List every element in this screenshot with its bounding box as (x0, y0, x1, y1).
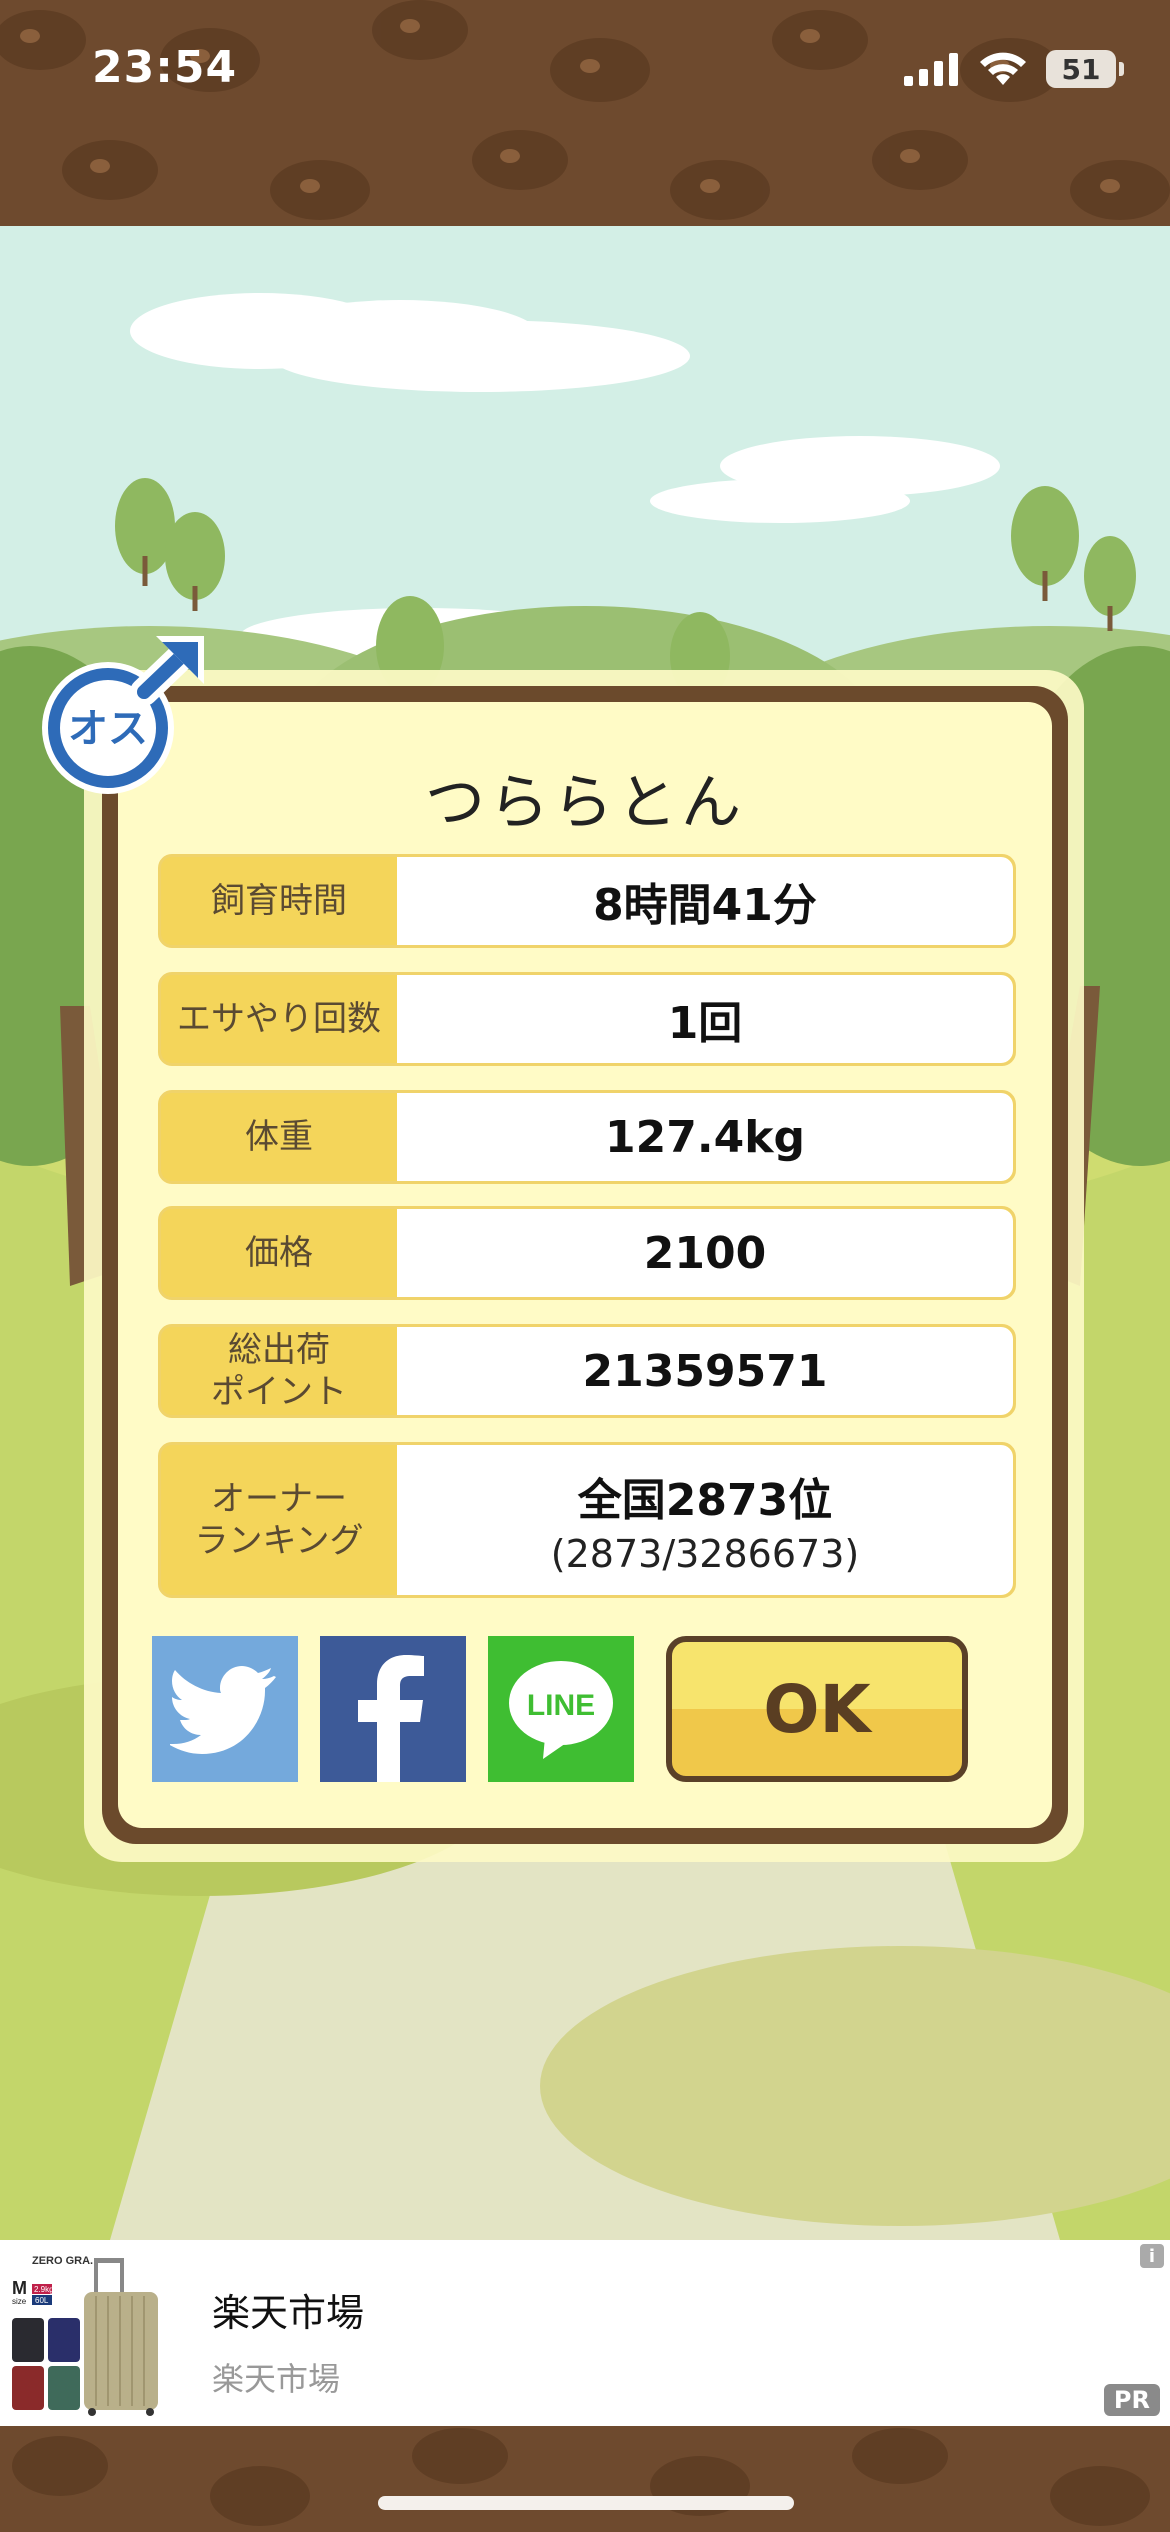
svg-text:ZERO GRA.: ZERO GRA. (32, 2255, 93, 2267)
wifi-icon (980, 52, 1026, 85)
stat-value: 127.4kg (397, 1093, 1013, 1181)
line-share-button[interactable]: LINE (488, 1636, 634, 1782)
stat-value: 21359571 (397, 1327, 1013, 1415)
stat-label: オーナー ランキング (194, 1478, 364, 1562)
ad-subtitle: 楽天市場 (212, 2360, 341, 2398)
twitter-bird-icon (170, 1666, 276, 1754)
stat-label: 価格 (245, 1232, 313, 1273)
home-indicator[interactable] (378, 2496, 794, 2510)
stat-value: 全国2873位 (2873/3286673) (397, 1445, 1013, 1595)
svg-text:size: size (12, 2297, 27, 2306)
status-time: 23:54 (92, 42, 238, 93)
bottom-pattern-bar (0, 2426, 1170, 2532)
ranking-value: 全国2873位 (577, 1475, 833, 1526)
stat-row-price: 価格 2100 (158, 1206, 1016, 1300)
status-bar: 23:54 51 (0, 0, 1170, 226)
stat-value: 1回 (397, 975, 1013, 1063)
ad-banner[interactable]: ZERO GRA. M size 2.9kg 60L 楽天市場 楽天市場 i P… (0, 2240, 1170, 2426)
battery-icon: 51 (1046, 50, 1124, 88)
cellular-signal-icon (904, 53, 958, 86)
ok-button[interactable]: OK (666, 1636, 968, 1782)
stat-label: 体重 (245, 1116, 313, 1157)
svg-text:60L: 60L (35, 2296, 49, 2305)
status-icons: 51 (904, 50, 1124, 88)
bean-pattern-background (0, 0, 1170, 220)
ad-pr-badge: PR (1103, 2384, 1160, 2416)
facebook-f-icon (358, 1655, 424, 1782)
svg-text:M: M (12, 2278, 27, 2298)
stat-row-feed-count: エサやり回数 1回 (158, 972, 1016, 1066)
stat-value: 2100 (397, 1209, 1013, 1297)
stat-row-owner-ranking: オーナー ランキング 全国2873位 (2873/3286673) (158, 1442, 1016, 1598)
svg-text:2.9kg: 2.9kg (34, 2285, 54, 2294)
facebook-share-button[interactable] (320, 1636, 466, 1782)
line-icon-text: LINE (527, 1689, 595, 1722)
ranking-detail: (2873/3286673) (550, 1532, 860, 1576)
pig-name: つららとん (425, 768, 745, 838)
male-gender-badge: オス (42, 636, 204, 794)
twitter-share-button[interactable] (152, 1636, 298, 1782)
ad-suitcase-image: ZERO GRA. M size 2.9kg 60L (12, 2255, 158, 2416)
bean-pattern-background (12, 2428, 1150, 2526)
ad-title[interactable]: 楽天市場 (212, 2282, 364, 2337)
stat-row-shipping-points: 総出荷 ポイント 21359571 (158, 1324, 1016, 1418)
stat-row-raising-time: 飼育時間 8時間41分 (158, 854, 1016, 948)
stat-label: 飼育時間 (211, 880, 347, 921)
stat-row-weight: 体重 127.4kg (158, 1090, 1016, 1184)
stat-label: 総出荷 ポイント (211, 1329, 347, 1413)
stat-label: エサやり回数 (177, 998, 381, 1039)
pig-result-dialog: つららとん 飼育時間 8時間41分 エサやり回数 1回 体重 127.4kg 価… (102, 686, 1068, 1844)
stat-value: 8時間41分 (397, 857, 1013, 945)
line-icon: LINE (509, 1661, 613, 1759)
ad-info-icon[interactable]: i (1140, 2244, 1164, 2268)
gender-badge-text: オス (68, 706, 148, 752)
